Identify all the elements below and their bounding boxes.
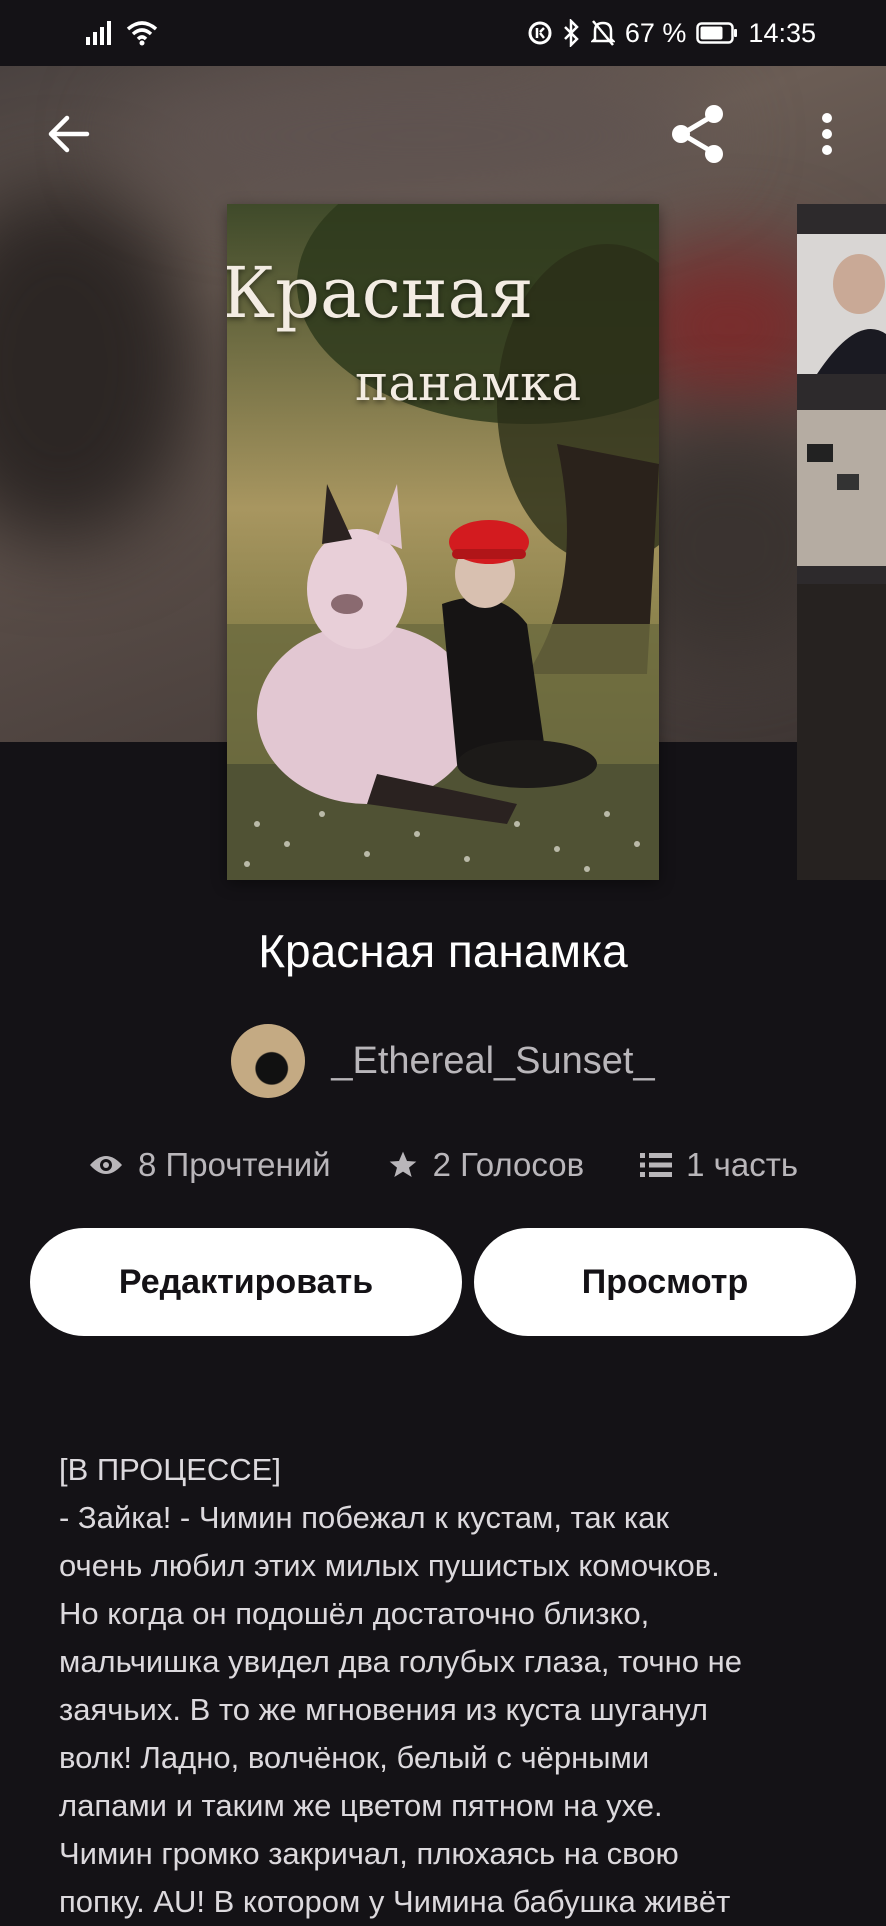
view-button[interactable]: Просмотр bbox=[474, 1228, 856, 1336]
status-bar: 67 % 14:35 bbox=[0, 0, 886, 66]
signal-icon bbox=[86, 21, 111, 45]
battery-icon bbox=[696, 22, 738, 44]
app-bar bbox=[0, 66, 886, 206]
more-vertical-icon bbox=[822, 113, 832, 155]
more-button[interactable] bbox=[787, 94, 867, 174]
next-book-cover[interactable] bbox=[797, 204, 886, 880]
share-icon bbox=[672, 105, 723, 163]
eye-icon bbox=[89, 1156, 122, 1174]
status-right: 67 % 14:35 bbox=[527, 18, 816, 49]
reads-count: 8 Прочтений bbox=[137, 1146, 331, 1183]
star-icon bbox=[389, 1151, 416, 1177]
edit-button[interactable]: Редактировать bbox=[30, 1228, 462, 1336]
list-icon bbox=[640, 1153, 673, 1177]
parts-count: 1 часть bbox=[686, 1146, 799, 1183]
bluetooth-icon bbox=[563, 19, 579, 47]
clock: 14:35 bbox=[748, 17, 816, 48]
share-button[interactable] bbox=[658, 94, 738, 174]
arrow-left-icon bbox=[48, 115, 90, 153]
stats-row: 8 Прочтений 2 Голосов 1 часть bbox=[0, 1146, 886, 1184]
author-name[interactable]: _Ethereal_Sunset_ bbox=[331, 1040, 654, 1083]
back-button[interactable] bbox=[28, 94, 108, 174]
author-row[interactable]: _Ethereal_Sunset_ bbox=[0, 1024, 886, 1098]
next-cover-illustration bbox=[797, 204, 886, 880]
status-left bbox=[86, 20, 158, 46]
stat-parts: 1 часть bbox=[640, 1146, 798, 1184]
stat-reads: 8 Прочтений bbox=[88, 1146, 331, 1184]
book-cover[interactable]: Красная панамка bbox=[227, 204, 659, 880]
cover-title-line2: панамка bbox=[355, 354, 582, 412]
author-avatar[interactable] bbox=[231, 1024, 306, 1098]
data-saver-icon bbox=[528, 21, 552, 45]
battery-percent: 67 % bbox=[624, 17, 687, 48]
bell-muted-icon bbox=[590, 20, 615, 46]
cover-title-line1: Красная bbox=[227, 252, 534, 334]
book-description: [В ПРОЦЕССЕ] - Зайка! - Чимин побежал к … bbox=[59, 1452, 742, 1919]
stat-votes: 2 Голосов bbox=[387, 1146, 585, 1184]
wifi-icon bbox=[126, 21, 158, 46]
book-title: Красная панамка bbox=[258, 925, 628, 977]
votes-count: 2 Голосов bbox=[432, 1146, 585, 1183]
